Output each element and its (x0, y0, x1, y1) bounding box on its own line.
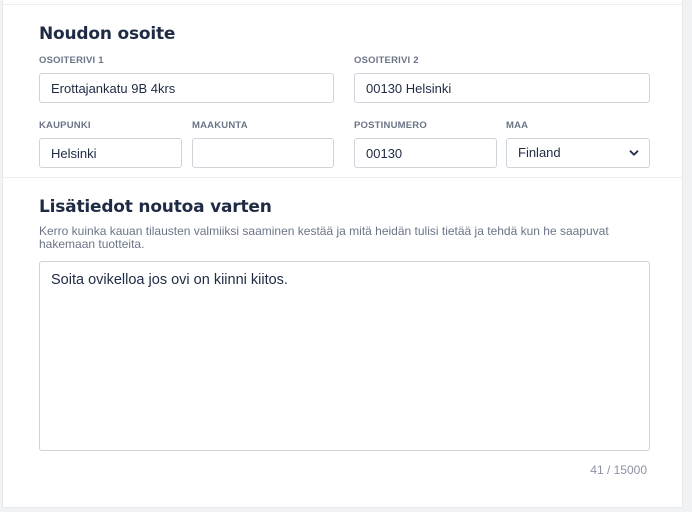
city-label: KAUPUNKI (39, 120, 91, 131)
chevron-down-icon (629, 150, 639, 156)
province-label: MAAKUNTA (192, 120, 248, 131)
address-line1-label: OSOITERIVI 1 (39, 55, 104, 66)
address-line2-input[interactable] (354, 73, 650, 103)
pickup-info-help-text: Kerro kuinka kauan tilausten valmiiksi s… (39, 224, 609, 251)
pickup-settings-card: Noudon osoite OSOITERIVI 1 OSOITERIVI 2 … (2, 0, 683, 508)
country-select[interactable]: Finland (506, 138, 650, 168)
top-divider (3, 4, 682, 5)
address-section-title: Noudon osoite (39, 24, 176, 44)
province-input[interactable] (192, 138, 334, 168)
pickup-info-title: Lisätiedot noutoa varten (39, 197, 272, 217)
character-counter: 41 / 15000 (590, 463, 647, 477)
address-line1-input[interactable] (39, 73, 334, 103)
postal-code-input[interactable] (354, 138, 497, 168)
city-input[interactable] (39, 138, 182, 168)
pickup-info-textarea[interactable]: Soita ovikelloa jos ovi on kiinni kiitos… (39, 261, 650, 451)
postal-code-label: POSTINUMERO (354, 120, 427, 131)
country-label: MAA (506, 120, 529, 131)
section-divider (3, 177, 682, 178)
address-line2-label: OSOITERIVI 2 (354, 55, 419, 66)
